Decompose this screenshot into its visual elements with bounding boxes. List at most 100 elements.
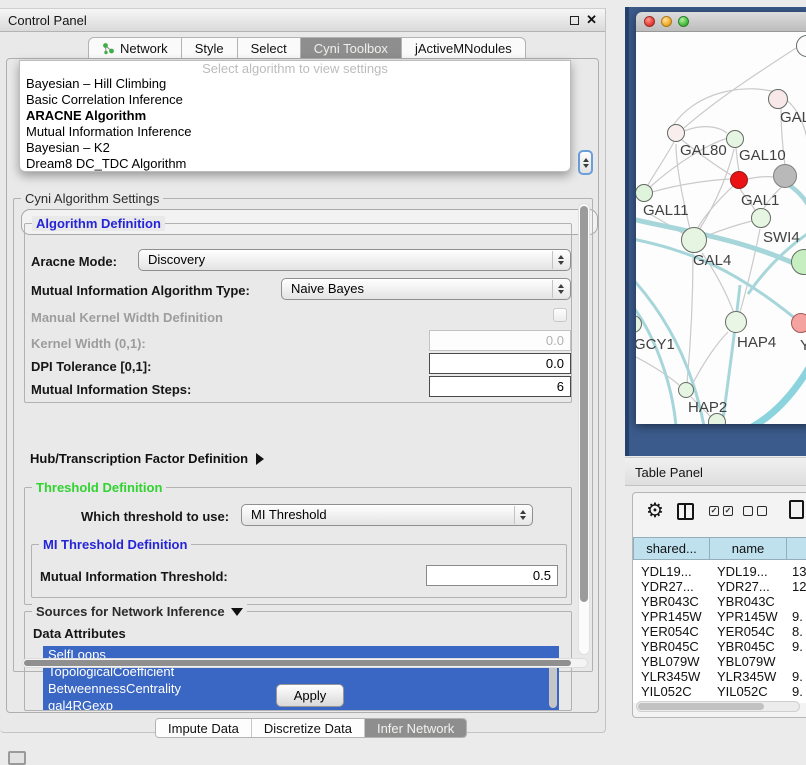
select-all-checkbox-icon[interactable]: ✓ [709, 506, 719, 516]
sources-group-title[interactable]: Sources for Network Inference [32, 604, 247, 619]
column-header-partial[interactable] [786, 537, 806, 560]
dropdown-item[interactable]: Bayesian – K2 [20, 140, 570, 156]
dropdown-item[interactable]: Mutual Information Inference [20, 124, 570, 140]
network-window-titlebar[interactable] [636, 12, 806, 32]
algorithm-dropdown-placeholder: Select algorithm to view settings [20, 61, 570, 76]
tab-infer-network[interactable]: Infer Network [365, 719, 466, 738]
float-window-icon[interactable] [570, 16, 579, 25]
tab-impute-data[interactable]: Impute Data [156, 719, 252, 738]
column-header-shared-name[interactable]: shared... [633, 537, 710, 560]
tab-cyni-toolbox[interactable]: Cyni Toolbox [300, 37, 402, 59]
dpi-tolerance-input[interactable] [429, 353, 571, 374]
apply-button[interactable]: Apply [276, 684, 344, 707]
tab-discretize-data[interactable]: Discretize Data [252, 719, 365, 738]
node-gal10[interactable] [726, 130, 744, 148]
node-label: GAL11 [643, 202, 689, 219]
dropdown-item[interactable]: Dream8 DC_TDC Algorithm [20, 156, 570, 172]
table-toolbar: ⚙ ✓ ✓ [633, 493, 806, 537]
combo-spinner-icon [552, 251, 569, 269]
column-layout-icon[interactable] [677, 503, 694, 520]
mi-type-combo[interactable]: Naive Bayes [281, 278, 571, 300]
manual-kernel-checkbox[interactable] [553, 308, 567, 322]
export-table-icon[interactable] [789, 500, 804, 519]
table-panel-titlebar[interactable]: Table Panel [625, 457, 806, 486]
node-label: GAL [780, 109, 806, 126]
node-label: Y [800, 337, 806, 354]
network-canvas[interactable]: GAL GAL80 GAL10 GAL1 GAL11 SWI4 GAL4 GCY… [636, 32, 806, 424]
column-header-name[interactable]: name [709, 537, 787, 560]
settings-horizontal-scrollbar-thumb[interactable] [24, 660, 571, 666]
gear-icon[interactable]: ⚙ [646, 500, 664, 522]
aracne-mode-label: Aracne Mode: [31, 254, 117, 269]
mi-steps-input[interactable] [429, 376, 571, 397]
algorithm-dropdown-popup: Select algorithm to view settings Bayesi… [19, 60, 571, 172]
table-horizontal-scrollbar-thumb[interactable] [638, 703, 764, 710]
network-view-window[interactable]: GAL GAL80 GAL10 GAL1 GAL11 SWI4 GAL4 GCY… [636, 12, 806, 424]
cytoscape-desktop: GAL GAL80 GAL10 GAL1 GAL11 SWI4 GAL4 GCY… [625, 7, 806, 456]
algorithm-combo-arrow-focused[interactable] [578, 150, 593, 175]
node-label: GAL80 [680, 142, 727, 159]
tab-network[interactable]: Network [88, 37, 182, 59]
dropdown-item-selected[interactable]: ARACNE Algorithm [20, 108, 570, 124]
dpi-tolerance-label: DPI Tolerance [0,1]: [31, 359, 151, 374]
node-red-selected[interactable] [730, 171, 748, 189]
algorithm-definition-group: Algorithm Definition Aracne Mode: Discov… [24, 223, 572, 403]
algorithm-definition-title: Algorithm Definition [32, 216, 165, 231]
tab-select[interactable]: Select [237, 37, 301, 59]
node-gray[interactable] [773, 164, 797, 188]
which-threshold-combo[interactable]: MI Threshold [241, 504, 533, 526]
kernel-width-input[interactable] [429, 330, 571, 351]
aracne-mode-combo[interactable]: Discovery [138, 249, 571, 271]
mac-minimize-button[interactable] [661, 16, 672, 27]
node-label: HAP4 [737, 334, 776, 351]
mi-threshold-input[interactable] [426, 565, 558, 586]
data-attributes-label: Data Attributes [33, 626, 126, 641]
mi-steps-label: Mutual Information Steps: [31, 382, 191, 397]
control-panel-window: Control Panel ✕ Network Style Select Cyn… [0, 8, 606, 733]
dropdown-item[interactable]: Basic Correlation Inference [20, 92, 570, 108]
node-label: GAL1 [741, 192, 779, 209]
node-hap2[interactable] [678, 382, 694, 398]
control-panel-titlebar[interactable]: Control Panel ✕ [0, 9, 605, 32]
dropdown-item[interactable]: Bayesian – Hill Climbing [20, 76, 570, 92]
table-panel-title: Table Panel [635, 465, 703, 480]
table-horizontal-scrollbar[interactable] [636, 701, 800, 712]
combo-spinner-icon [514, 506, 531, 524]
mi-threshold-title: MI Threshold Definition [39, 537, 191, 552]
settings-horizontal-scrollbar[interactable] [22, 658, 588, 668]
table-panel: ⚙ ✓ ✓ shared... name YDL19... YDL19... 1… [632, 492, 806, 718]
application-root: Control Panel ✕ Network Style Select Cyn… [0, 0, 806, 762]
node-label: GAL4 [693, 252, 731, 269]
node-hap4[interactable] [725, 311, 747, 333]
manual-kernel-label: Manual Kernel Width Definition [31, 310, 223, 325]
node-label: HAP2 [688, 399, 727, 416]
collapsed-panel-icon[interactable] [8, 751, 26, 765]
node-salmon[interactable] [791, 313, 806, 333]
mi-threshold-group: MI Threshold Definition Mutual Informati… [31, 544, 567, 598]
settings-vertical-scrollbar[interactable] [578, 203, 590, 655]
deselect-all-checkbox-icon[interactable] [757, 506, 767, 516]
node-label: SWI4 [763, 229, 800, 246]
close-window-icon[interactable]: ✕ [586, 12, 597, 28]
control-panel-tabbar: Network Style Select Cyni Toolbox jActiv… [88, 37, 525, 59]
network-icon [102, 42, 115, 55]
node-label: GCY1 [636, 336, 675, 353]
settings-vertical-scrollbar-thumb[interactable] [580, 206, 588, 602]
mac-zoom-button[interactable] [678, 16, 689, 27]
node-table: shared... name YDL19... YDL19... 13 YDR2… [633, 537, 806, 703]
expand-arrow-icon [256, 453, 264, 465]
node-gal-partial[interactable] [768, 89, 788, 109]
cyni-algorithm-settings-group: Cyni Algorithm Settings Algorithm Defini… [13, 198, 593, 672]
deselect-all-checkbox-icon[interactable] [743, 506, 753, 516]
tab-style[interactable]: Style [181, 37, 238, 59]
control-panel-title: Control Panel [8, 13, 87, 28]
node-gal1[interactable] [751, 208, 771, 228]
hub-definition-expander[interactable]: Hub/Transcription Factor Definition [30, 451, 264, 466]
mac-close-button[interactable] [644, 16, 655, 27]
node-gal80[interactable] [667, 124, 685, 142]
combo-spinner-icon [552, 280, 569, 298]
tab-jactivemnodules[interactable]: jActiveMNodules [401, 37, 526, 59]
node-gal4[interactable] [681, 227, 707, 253]
tab-network-label: Network [120, 38, 168, 59]
select-all-checkbox-icon[interactable]: ✓ [723, 506, 733, 516]
